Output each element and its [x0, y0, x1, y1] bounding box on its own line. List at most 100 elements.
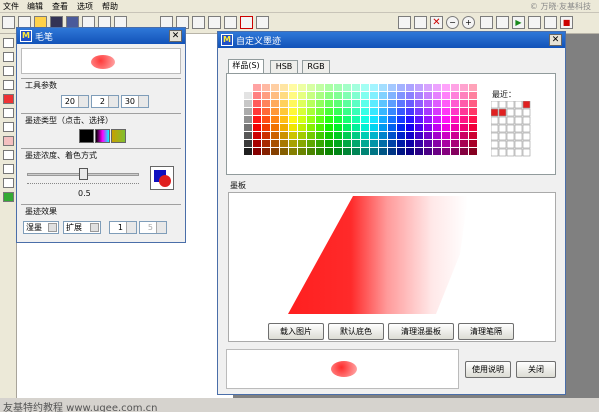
effect-combo-2[interactable]: 扩展 — [63, 221, 101, 234]
color-swatch[interactable] — [271, 116, 279, 123]
color-swatch[interactable] — [253, 124, 261, 131]
color-swatch[interactable] — [424, 108, 432, 115]
color-swatch[interactable] — [361, 140, 369, 147]
color-swatch[interactable] — [433, 108, 441, 115]
type-tool-icon[interactable] — [3, 178, 14, 188]
recent-color-swatch[interactable] — [498, 124, 507, 133]
color-swatch[interactable] — [298, 116, 306, 123]
color-swatch[interactable] — [415, 148, 423, 155]
color-swatch[interactable] — [316, 100, 324, 107]
load-image-button[interactable]: 载入图片 — [268, 323, 324, 340]
color-swatch[interactable] — [406, 100, 414, 107]
tab-swatches[interactable]: 样品(S) — [228, 59, 264, 74]
color-swatch[interactable] — [262, 92, 270, 99]
color-swatch[interactable] — [388, 132, 396, 139]
color-swatch[interactable] — [469, 140, 477, 147]
color-swatch[interactable] — [262, 124, 270, 131]
recent-color-swatch[interactable] — [514, 124, 523, 133]
color-swatch[interactable] — [325, 132, 333, 139]
recent-color-swatch[interactable] — [498, 116, 507, 125]
color-swatch-grid[interactable] — [244, 84, 480, 158]
color-swatch[interactable] — [343, 100, 351, 107]
play-icon[interactable]: ▶ — [512, 16, 525, 29]
color-swatch[interactable] — [415, 132, 423, 139]
color-swatch[interactable] — [397, 140, 405, 147]
color-swatch[interactable] — [352, 108, 360, 115]
color-swatch[interactable] — [451, 148, 459, 155]
color-swatch[interactable] — [460, 108, 468, 115]
color-swatch[interactable] — [334, 148, 342, 155]
color-swatch[interactable] — [370, 108, 378, 115]
color-swatch[interactable] — [244, 116, 252, 123]
color-swatch[interactable] — [361, 148, 369, 155]
color-swatch[interactable] — [451, 92, 459, 99]
color-swatch[interactable] — [244, 140, 252, 147]
color-swatch[interactable] — [307, 100, 315, 107]
color-swatch[interactable] — [298, 140, 306, 147]
color-swatch[interactable] — [388, 84, 396, 91]
color-swatch[interactable] — [325, 100, 333, 107]
lines-icon[interactable] — [208, 16, 221, 29]
pen-tool-icon[interactable] — [3, 52, 14, 62]
color-swatch[interactable] — [280, 92, 288, 99]
color-swatch[interactable] — [289, 108, 297, 115]
color-swatch[interactable] — [307, 116, 315, 123]
recent-color-swatch[interactable] — [506, 101, 515, 109]
close-icon[interactable]: ✕ — [169, 30, 182, 42]
color-swatch[interactable] — [334, 108, 342, 115]
color-swatch[interactable] — [451, 132, 459, 139]
tab-rgb[interactable]: RGB — [302, 60, 330, 74]
color-swatch[interactable] — [271, 140, 279, 147]
color-swatch[interactable] — [307, 92, 315, 99]
color-swatch[interactable] — [244, 132, 252, 139]
custom-ink-titlebar[interactable]: M 自定义墨迹 ✕ — [218, 32, 565, 48]
color-swatch[interactable] — [262, 116, 270, 123]
color-swatch[interactable] — [433, 132, 441, 139]
color-swatch[interactable] — [298, 92, 306, 99]
color-swatch[interactable] — [433, 100, 441, 107]
color-swatch[interactable] — [253, 92, 261, 99]
brush-tool-icon[interactable] — [3, 38, 14, 48]
color-swatch[interactable] — [244, 100, 252, 107]
color-swatch[interactable] — [352, 84, 360, 91]
color-swatch[interactable] — [379, 132, 387, 139]
color-swatch[interactable] — [280, 116, 288, 123]
color-swatch[interactable] — [451, 124, 459, 131]
color-swatch[interactable] — [406, 116, 414, 123]
color-swatch[interactable] — [469, 100, 477, 107]
color-swatch[interactable] — [397, 116, 405, 123]
color-swatch[interactable] — [262, 148, 270, 155]
color-swatch[interactable] — [298, 132, 306, 139]
color-swatch[interactable] — [343, 116, 351, 123]
color-swatch[interactable] — [316, 124, 324, 131]
color-swatch[interactable] — [397, 108, 405, 115]
color-swatch[interactable] — [271, 108, 279, 115]
color-swatch[interactable] — [442, 84, 450, 91]
recent-color-swatch[interactable] — [506, 124, 515, 133]
recent-color-swatch[interactable] — [522, 116, 531, 125]
recent-color-swatch[interactable] — [491, 148, 499, 157]
tab-hsb[interactable]: HSB — [270, 60, 298, 74]
color-swatch[interactable] — [334, 140, 342, 147]
rewind-icon[interactable] — [480, 16, 493, 29]
color-swatch[interactable] — [406, 132, 414, 139]
color-swatch[interactable] — [424, 84, 432, 91]
recent-color-swatch[interactable] — [522, 108, 531, 117]
color-swatch[interactable] — [307, 108, 315, 115]
new-icon[interactable] — [2, 16, 15, 29]
recent-color-swatch[interactable] — [522, 101, 531, 109]
color-swatch[interactable] — [289, 124, 297, 131]
recent-color-swatch[interactable] — [498, 101, 507, 109]
color-swatch[interactable] — [289, 140, 297, 147]
color-swatch[interactable] — [334, 116, 342, 123]
color-swatch[interactable] — [469, 148, 477, 155]
color-swatch[interactable] — [271, 100, 279, 107]
color-swatch[interactable] — [262, 140, 270, 147]
color-swatch[interactable] — [289, 100, 297, 107]
effect-combo-1[interactable]: 湿墨 — [23, 221, 59, 234]
brush-mode-icon[interactable] — [256, 16, 269, 29]
color-swatch[interactable] — [352, 148, 360, 155]
recent-color-swatch[interactable] — [514, 140, 523, 149]
color-swatch[interactable] — [244, 84, 252, 91]
recent-color-swatch[interactable] — [506, 132, 515, 141]
